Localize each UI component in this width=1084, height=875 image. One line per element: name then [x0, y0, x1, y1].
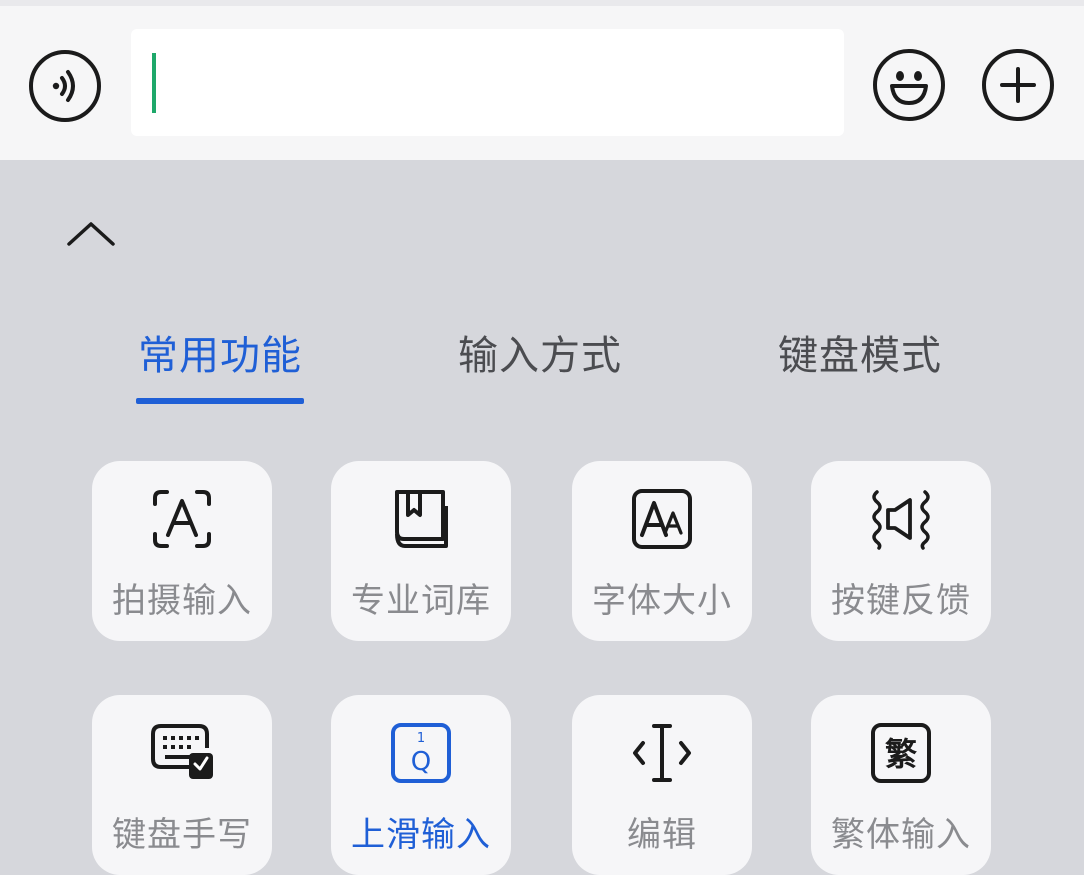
camera-scan-icon [153, 490, 211, 548]
input-bar [0, 6, 1084, 160]
tile-label: 字体大小 [592, 581, 732, 621]
tile-label: 繁体输入 [831, 815, 971, 855]
edit-cursor-icon [633, 724, 691, 782]
tile-label: 按键反馈 [831, 581, 971, 621]
more-actions-button[interactable] [982, 49, 1054, 121]
tab-input-methods[interactable]: 输入方式 [458, 326, 628, 386]
voice-input-icon [52, 70, 75, 102]
tile-edit[interactable]: 编辑 [572, 695, 752, 875]
tile-font-size[interactable]: 字体大小 [572, 461, 752, 641]
tile-pro-dictionary[interactable]: 专业词库 [331, 461, 511, 641]
tile-key-feedback[interactable]: 按键反馈 [811, 461, 991, 641]
key-vibration-icon [872, 490, 930, 550]
swipe-up-input-icon: 1 Q [391, 723, 451, 783]
message-input[interactable] [131, 29, 844, 136]
text-caret [152, 53, 156, 113]
tile-swipe-up-input[interactable]: 1 Q 上滑输入 [331, 695, 511, 875]
keyboard-handwrite-icon [151, 724, 213, 779]
chevron-up-icon[interactable] [64, 213, 118, 253]
plus-icon [1000, 67, 1036, 103]
swipe-icon-digit: 1 [417, 731, 425, 746]
tile-label: 编辑 [627, 815, 697, 855]
tile-photo-input[interactable]: 拍摄输入 [92, 461, 272, 641]
swipe-icon-letter: Q [411, 747, 431, 777]
tile-label: 上滑输入 [351, 815, 491, 855]
tile-label: 专业词库 [351, 581, 491, 621]
tile-label: 键盘手写 [112, 815, 252, 855]
voice-input-button[interactable] [29, 50, 101, 122]
dictionary-book-icon [395, 490, 448, 548]
emoji-icon [890, 71, 928, 105]
tile-traditional-input[interactable]: 繁 繁体输入 [811, 695, 991, 875]
traditional-icon-glyph: 繁 [885, 735, 917, 773]
active-tab-indicator [136, 398, 304, 404]
traditional-chinese-icon: 繁 [871, 723, 931, 783]
font-size-icon [632, 489, 692, 549]
tile-label: 拍摄输入 [112, 581, 252, 621]
tab-keyboard-modes[interactable]: 键盘模式 [778, 326, 948, 386]
tab-common-functions[interactable]: 常用功能 [138, 326, 306, 386]
tile-keyboard-handwriting[interactable]: 键盘手写 [92, 695, 272, 875]
emoji-button[interactable] [873, 49, 945, 121]
